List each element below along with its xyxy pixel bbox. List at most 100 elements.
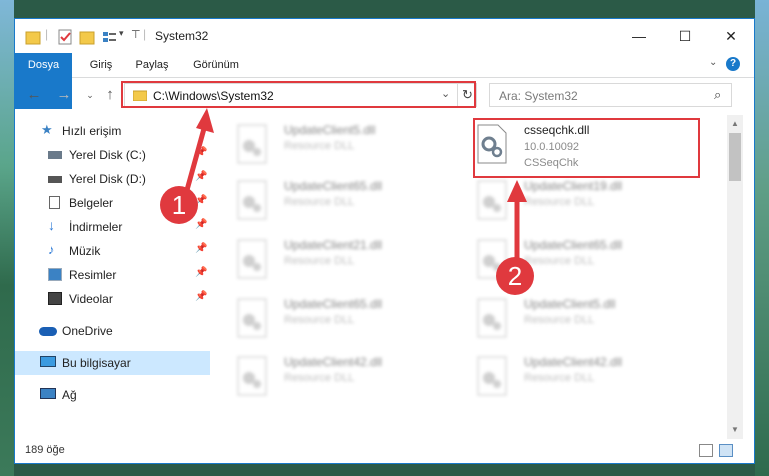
file-type: Resource DLL bbox=[284, 196, 355, 208]
sidebar-item-label: Videolar bbox=[69, 292, 113, 306]
vertical-scrollbar[interactable]: ▲ ▼ bbox=[727, 115, 743, 439]
close-button[interactable]: ✕ bbox=[708, 19, 754, 53]
drive-icon bbox=[48, 176, 62, 183]
quick-access-dropdown-icon[interactable]: ⊤ bbox=[131, 28, 141, 46]
sidebar-item-label: OneDrive bbox=[62, 324, 113, 338]
dll-file-icon bbox=[237, 180, 267, 220]
sidebar-item-label: Müzik bbox=[69, 244, 101, 258]
sidebar-item-this-pc[interactable]: Bu bilgisayar bbox=[15, 351, 210, 375]
back-button[interactable]: ← bbox=[25, 86, 43, 104]
sidebar-item-music[interactable]: ♪ Müzik 📌 bbox=[15, 239, 210, 263]
minimize-button[interactable]: — bbox=[616, 19, 662, 53]
folder-icon bbox=[25, 31, 41, 45]
sidebar-item-network[interactable]: Ağ bbox=[15, 383, 210, 407]
pin-icon[interactable]: 📌 bbox=[195, 147, 207, 158]
forward-button[interactable]: → bbox=[55, 86, 73, 104]
file-type: Resource DLL bbox=[284, 372, 355, 384]
sidebar-item-label: Hızlı erişim bbox=[62, 124, 122, 138]
step-badge-1: 1 bbox=[160, 186, 198, 224]
separator: | bbox=[45, 27, 49, 41]
file-item[interactable]: UpdateClient21.dll Resource DLL bbox=[214, 232, 444, 288]
navigation-pane: ★ Hızlı erişim Yerel Disk (C:) 📌 Yerel D… bbox=[15, 115, 212, 439]
recent-locations-icon[interactable]: ⌄ bbox=[81, 86, 99, 104]
file-item[interactable]: UpdateClient42.dll Resource DLL bbox=[454, 349, 684, 405]
computer-icon bbox=[40, 356, 56, 367]
file-type: Resource DLL bbox=[524, 372, 595, 384]
file-highlight-box bbox=[473, 118, 700, 178]
videos-icon bbox=[48, 292, 62, 305]
drive-icon bbox=[48, 151, 62, 159]
address-highlight-box bbox=[121, 81, 476, 108]
file-item[interactable]: UpdateClient65.dll Resource DLL bbox=[214, 173, 444, 229]
file-type: Resource DLL bbox=[284, 140, 355, 152]
dll-file-icon bbox=[477, 180, 507, 220]
sidebar-item-pictures[interactable]: Resimler 📌 bbox=[15, 263, 210, 287]
dll-file-icon bbox=[237, 239, 267, 279]
file-type: Resource DLL bbox=[284, 255, 355, 267]
file-name: UpdateClient65.dll bbox=[284, 297, 383, 311]
window-title: System32 bbox=[155, 29, 209, 43]
new-folder-icon[interactable] bbox=[79, 28, 95, 46]
star-icon: ★ bbox=[41, 122, 53, 137]
separator: | bbox=[143, 27, 147, 41]
file-item[interactable]: UpdateClient42.dll Resource DLL bbox=[214, 349, 444, 405]
file-item[interactable]: UpdateClient5.dll Resource DLL bbox=[214, 117, 444, 173]
download-icon: ↓ bbox=[48, 217, 55, 233]
file-name: UpdateClient19.dll bbox=[524, 179, 623, 193]
onedrive-icon bbox=[39, 327, 57, 336]
search-input[interactable]: Ara: System32 bbox=[499, 89, 578, 103]
pin-icon[interactable]: 📌 bbox=[195, 171, 207, 182]
view-options-icon[interactable] bbox=[101, 28, 117, 46]
pin-icon[interactable]: 📌 bbox=[195, 243, 207, 254]
file-name: UpdateClient42.dll bbox=[284, 355, 383, 369]
chevron-down-icon[interactable]: ⌄ bbox=[709, 57, 717, 68]
dll-file-icon bbox=[477, 298, 507, 338]
tab-giris[interactable]: Giriş bbox=[81, 53, 121, 77]
scrollbar-thumb[interactable] bbox=[729, 133, 741, 181]
file-item[interactable]: UpdateClient65.dll Resource DLL bbox=[214, 291, 444, 347]
status-bar: 189 öğe bbox=[15, 439, 754, 463]
dll-file-icon bbox=[237, 124, 267, 164]
scroll-down-icon[interactable]: ▼ bbox=[727, 423, 743, 437]
file-type: Resource DLL bbox=[284, 314, 355, 326]
music-icon: ♪ bbox=[48, 242, 55, 257]
sidebar-item-label: Yerel Disk (C:) bbox=[69, 148, 146, 162]
file-item[interactable]: UpdateClient19.dll Resource DLL bbox=[454, 173, 684, 229]
pin-icon[interactable]: 📌 bbox=[195, 267, 207, 278]
file-name: UpdateClient65.dll bbox=[524, 238, 623, 252]
sidebar-item-label: İndirmeler bbox=[69, 220, 123, 234]
file-type: Resource DLL bbox=[524, 314, 595, 326]
search-box[interactable]: Ara: System32 ⌕ bbox=[489, 83, 732, 107]
file-name: UpdateClient65.dll bbox=[284, 179, 383, 193]
file-item[interactable]: UpdateClient5.dll Resource DLL bbox=[454, 291, 684, 347]
dll-file-icon bbox=[237, 298, 267, 338]
sidebar-item-local-disk-c[interactable]: Yerel Disk (C:) 📌 bbox=[15, 143, 210, 167]
file-item[interactable]: UpdateClient65.dll Resource DLL bbox=[454, 232, 684, 288]
pin-icon[interactable]: 📌 bbox=[195, 219, 207, 230]
sidebar-item-videos[interactable]: Videolar 📌 bbox=[15, 287, 210, 311]
sidebar-item-label: Bu bilgisayar bbox=[62, 356, 131, 370]
network-icon bbox=[40, 388, 56, 399]
properties-icon[interactable] bbox=[57, 28, 73, 46]
up-button[interactable]: ↑ bbox=[101, 86, 119, 104]
ribbon-tabs: Dosya Giriş Paylaş Görünüm ⌄ ? bbox=[15, 53, 754, 109]
dll-file-icon bbox=[477, 356, 507, 396]
item-count: 189 öğe bbox=[25, 444, 65, 456]
tab-paylas[interactable]: Paylaş bbox=[128, 53, 176, 77]
customize-toolbar-icon[interactable]: ▾ bbox=[119, 28, 124, 46]
maximize-button[interactable]: ☐ bbox=[662, 19, 708, 53]
file-type: Resource DLL bbox=[524, 255, 595, 267]
tab-gorunum[interactable]: Görünüm bbox=[185, 53, 247, 77]
pin-icon[interactable]: 📌 bbox=[195, 291, 207, 302]
large-icons-view-icon[interactable] bbox=[719, 444, 733, 457]
search-icon[interactable]: ⌕ bbox=[714, 87, 721, 103]
sidebar-item-onedrive[interactable]: OneDrive bbox=[15, 319, 210, 343]
help-icon[interactable]: ? bbox=[726, 57, 740, 71]
title-bar: | ▾ ⊤ | System32 — ☐ ✕ bbox=[15, 19, 754, 53]
details-view-icon[interactable] bbox=[699, 444, 713, 457]
file-name: UpdateClient5.dll bbox=[524, 297, 616, 311]
pictures-icon bbox=[48, 268, 62, 281]
sidebar-item-quick-access[interactable]: ★ Hızlı erişim bbox=[15, 119, 210, 143]
scroll-up-icon[interactable]: ▲ bbox=[727, 117, 743, 131]
sidebar-item-label: Yerel Disk (D:) bbox=[69, 172, 146, 186]
